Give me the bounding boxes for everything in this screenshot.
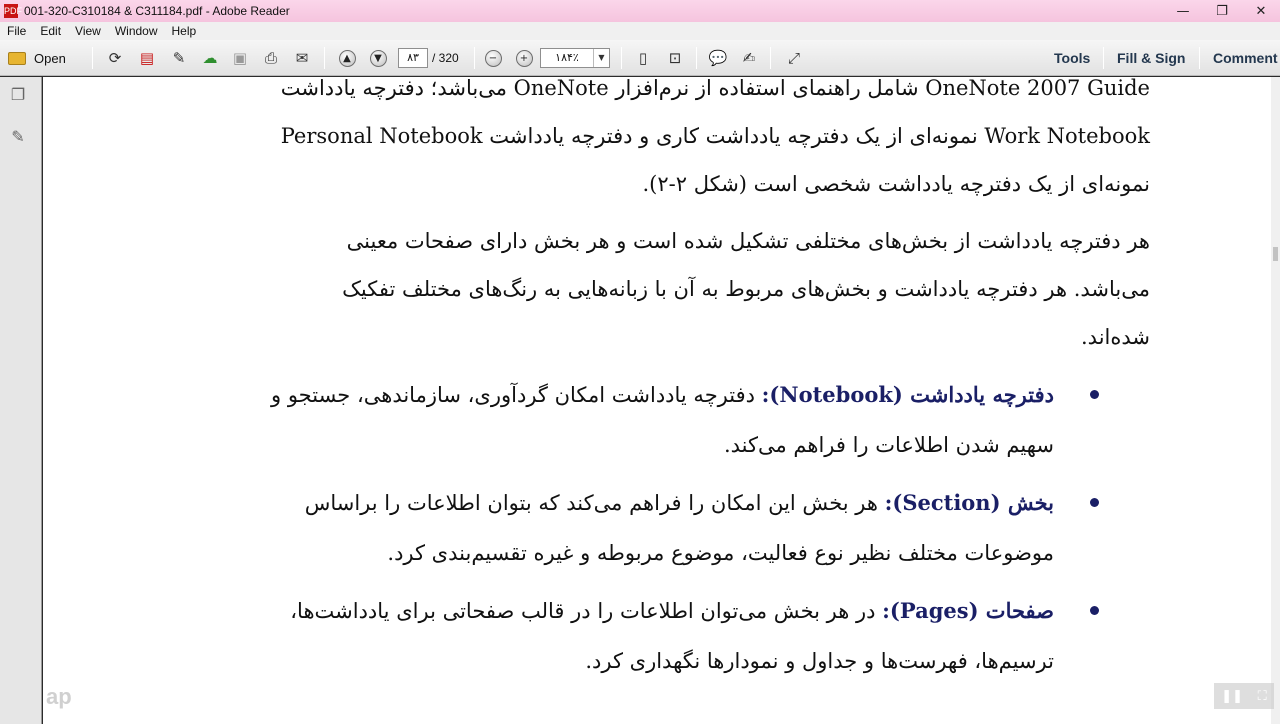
- bullet-term: بخش (Section):: [884, 490, 1054, 515]
- full-screen-icon[interactable]: ⤢: [783, 48, 805, 68]
- menu-edit[interactable]: Edit: [33, 24, 68, 38]
- paragraph-line: OneNote 2007 Guide شامل راهنمای استفاده …: [280, 77, 1150, 100]
- paragraph-line: هر دفترچه یادداشت از بخش‌های مختلفی تشکی…: [346, 229, 1150, 253]
- bullet-icon: [1090, 498, 1099, 507]
- bullet-section: بخش (Section): هر بخش این امکان را فراهم…: [164, 478, 1054, 578]
- fit-width-icon[interactable]: ⊡: [664, 48, 686, 68]
- next-page-button[interactable]: ▼: [367, 48, 389, 68]
- save-icon[interactable]: ▣: [229, 48, 251, 68]
- page-number-input[interactable]: ۸۳: [398, 48, 428, 68]
- previous-page-button[interactable]: ▲: [336, 48, 358, 68]
- tools-button[interactable]: Tools: [1054, 48, 1090, 68]
- toolbar-divider: [770, 47, 771, 69]
- minimize-button[interactable]: —: [1163, 0, 1203, 22]
- pause-icon[interactable]: ❚❚: [1221, 689, 1243, 704]
- edit-pdf-icon[interactable]: ✎: [168, 48, 190, 68]
- paragraph-2: هر دفترچه یادداشت از بخش‌های مختلفی تشکی…: [164, 217, 1150, 361]
- fit-page-icon[interactable]: ▯: [632, 48, 654, 68]
- bullet-line: ترسیم‌ها، فهرست‌ها و جداول و نمودارها نگ…: [585, 649, 1054, 673]
- window-title: 001-320-C310184 & C311184.pdf - Adobe Re…: [24, 4, 290, 18]
- minus-icon: −: [484, 49, 502, 67]
- restore-button[interactable]: ❐: [1202, 0, 1242, 22]
- open-label: Open: [34, 50, 66, 66]
- zoom-select[interactable]: ۱۸۴٪ ▼: [540, 48, 610, 68]
- paragraph-line: Work Notebook نمونه‌ای از یک دفترچه یادد…: [280, 124, 1150, 148]
- toolbar-divider: [92, 47, 93, 69]
- navigation-pane: ❐ ✎: [0, 77, 42, 724]
- toolbar-divider: [1199, 47, 1200, 69]
- toolbar-divider: [621, 47, 622, 69]
- menu-window[interactable]: Window: [108, 24, 165, 38]
- bullet-line: بخش (Section): هر بخش این امکان را فراهم…: [164, 478, 1054, 528]
- title-bar: PDF 001-320-C310184 & C311184.pdf - Adob…: [0, 0, 1280, 22]
- print-icon[interactable]: ⎙: [260, 48, 282, 68]
- open-button[interactable]: Open: [8, 48, 82, 68]
- menu-view[interactable]: View: [68, 24, 108, 38]
- bullet-line: صفحات (Pages): در هر بخش می‌توان اطلاعات…: [164, 586, 1054, 636]
- paragraph-line: شده‌اند.: [1081, 325, 1150, 349]
- folder-icon: [8, 51, 26, 65]
- page-thumbnails-icon[interactable]: ❐: [9, 85, 27, 105]
- comment-button[interactable]: Comment: [1213, 48, 1278, 68]
- bullet-line: سهیم شدن اطلاعات را فراهم می‌کند.: [723, 433, 1054, 457]
- video-player-controls: ❚❚ ⛶: [1214, 683, 1274, 709]
- export-pdf-icon[interactable]: ▤: [136, 48, 158, 68]
- close-button[interactable]: ✕: [1241, 0, 1280, 22]
- bullet-term: دفترچه یادداشت (Notebook):: [761, 382, 1054, 407]
- bullet-icon: [1090, 390, 1099, 399]
- menu-bar: File Edit View Window Help: [0, 22, 1280, 40]
- paragraph-line: نمونه‌ای از یک دفترچه یادداشت شخصی است (…: [642, 172, 1150, 196]
- create-pdf-icon[interactable]: ⟳: [104, 48, 126, 68]
- fill-sign-button[interactable]: Fill & Sign: [1117, 48, 1185, 68]
- attachments-paperclip-icon[interactable]: ✎: [9, 127, 27, 147]
- vertical-scrollbar[interactable]: [1271, 77, 1280, 724]
- toolbar-divider: [1103, 47, 1104, 69]
- page-total-label: / 320: [432, 51, 459, 65]
- document-view[interactable]: OneNote 2007 Guide شامل راهنمای استفاده …: [43, 77, 1271, 724]
- paragraph-line: می‌باشد. هر دفترچه یادداشت و بخش‌های مرب…: [342, 277, 1150, 301]
- bullet-text: در هر بخش می‌توان اطلاعات را در قالب صفح…: [290, 599, 883, 623]
- adobe-pdf-icon: PDF: [4, 4, 22, 18]
- chevron-down-icon[interactable]: ▼: [593, 49, 609, 67]
- arrow-up-icon: ▲: [338, 49, 356, 67]
- zoom-out-button[interactable]: −: [482, 48, 504, 68]
- zoom-value: ۱۸۴٪: [555, 51, 579, 64]
- bullet-term: صفحات (Pages):: [882, 598, 1054, 623]
- toolbar-divider: [474, 47, 475, 69]
- expand-icon[interactable]: ⛶: [1258, 689, 1267, 704]
- toolbar-divider: [324, 47, 325, 69]
- bullet-line: دفترچه یادداشت (Notebook): دفترچه یادداش…: [164, 370, 1054, 420]
- upload-cloud-icon[interactable]: ☁: [199, 48, 221, 68]
- watermark-logo: ap: [46, 684, 72, 709]
- bullet-notebook: دفترچه یادداشت (Notebook): دفترچه یادداش…: [164, 370, 1054, 470]
- menu-help[interactable]: Help: [165, 24, 204, 38]
- sticky-note-icon[interactable]: 💬: [707, 48, 729, 68]
- email-icon[interactable]: ✉: [291, 48, 313, 68]
- toolbar-divider: [696, 47, 697, 69]
- bullet-icon: [1090, 606, 1099, 615]
- bullet-line: موضوعات مختلف نظیر نوع فعالیت، موضوع مرب…: [387, 541, 1054, 565]
- arrow-down-icon: ▼: [369, 49, 387, 67]
- menu-file[interactable]: File: [0, 24, 33, 38]
- highlight-text-icon[interactable]: ✍: [738, 48, 760, 68]
- plus-icon: +: [515, 49, 533, 67]
- zoom-in-button[interactable]: +: [513, 48, 535, 68]
- paragraph-1: OneNote 2007 Guide شامل راهنمای استفاده …: [164, 77, 1150, 208]
- bullet-pages: صفحات (Pages): در هر بخش می‌توان اطلاعات…: [164, 586, 1054, 686]
- bullet-text: دفترچه یادداشت امکان گردآوری، سازماندهی،…: [271, 383, 762, 407]
- scrollbar-thumb[interactable]: [1273, 247, 1278, 261]
- bullet-text: هر بخش این امکان را فراهم می‌کند که بتوا…: [304, 491, 885, 515]
